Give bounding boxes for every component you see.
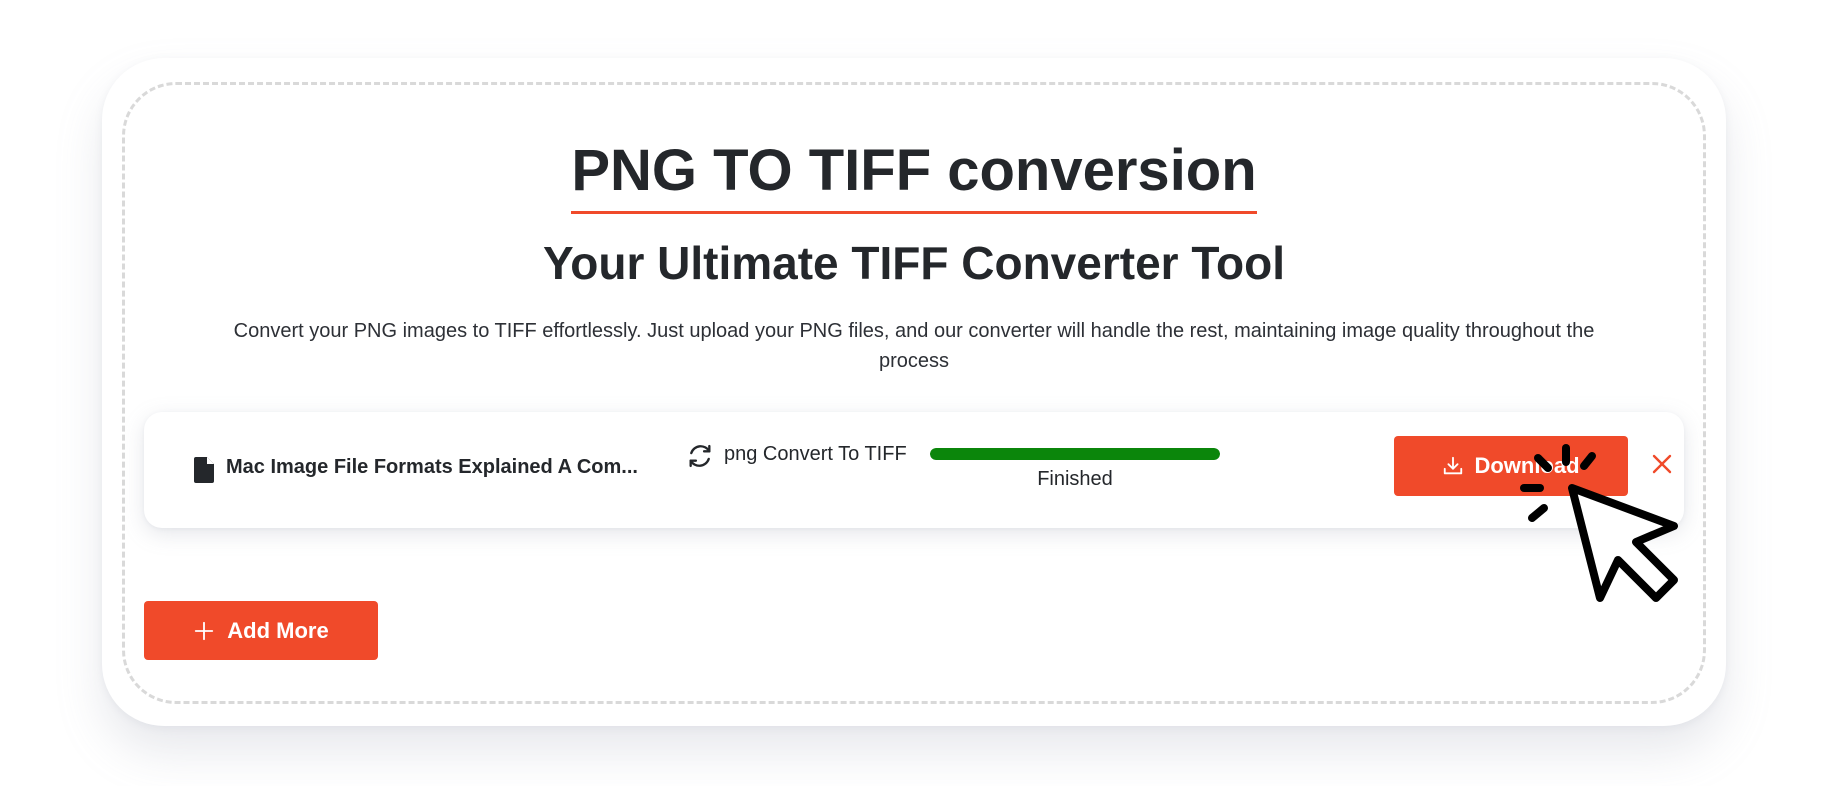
title-wrap: PNG TO TIFF conversion: [102, 138, 1726, 214]
status-text: Finished: [1037, 468, 1113, 490]
progress-bar: [930, 448, 1220, 460]
page-description: Convert your PNG images to TIFF effortle…: [233, 320, 1595, 372]
conversion-label: png Convert To TIFF: [724, 443, 907, 465]
converter-card: PNG TO TIFF conversion Your Ultimate TIF…: [102, 58, 1726, 726]
add-more-label: Add More: [227, 617, 329, 643]
file-item-row: Mac Image File Formats Explained A Com..…: [144, 412, 1684, 528]
click-cursor-icon: [1520, 444, 1678, 602]
progress-fill: [930, 448, 1220, 460]
plus-icon: [195, 621, 214, 640]
page: PNG TO TIFF conversion Your Ultimate TIF…: [0, 0, 1828, 786]
page-title: PNG TO TIFF conversion: [571, 138, 1257, 214]
add-more-button[interactable]: Add More: [144, 601, 378, 660]
file-name: Mac Image File Formats Explained A Com..…: [226, 456, 638, 478]
refresh-icon: [689, 444, 711, 468]
document-icon: [194, 457, 214, 483]
download-icon: [1444, 456, 1463, 475]
page-subtitle: Your Ultimate TIFF Converter Tool: [543, 237, 1285, 289]
